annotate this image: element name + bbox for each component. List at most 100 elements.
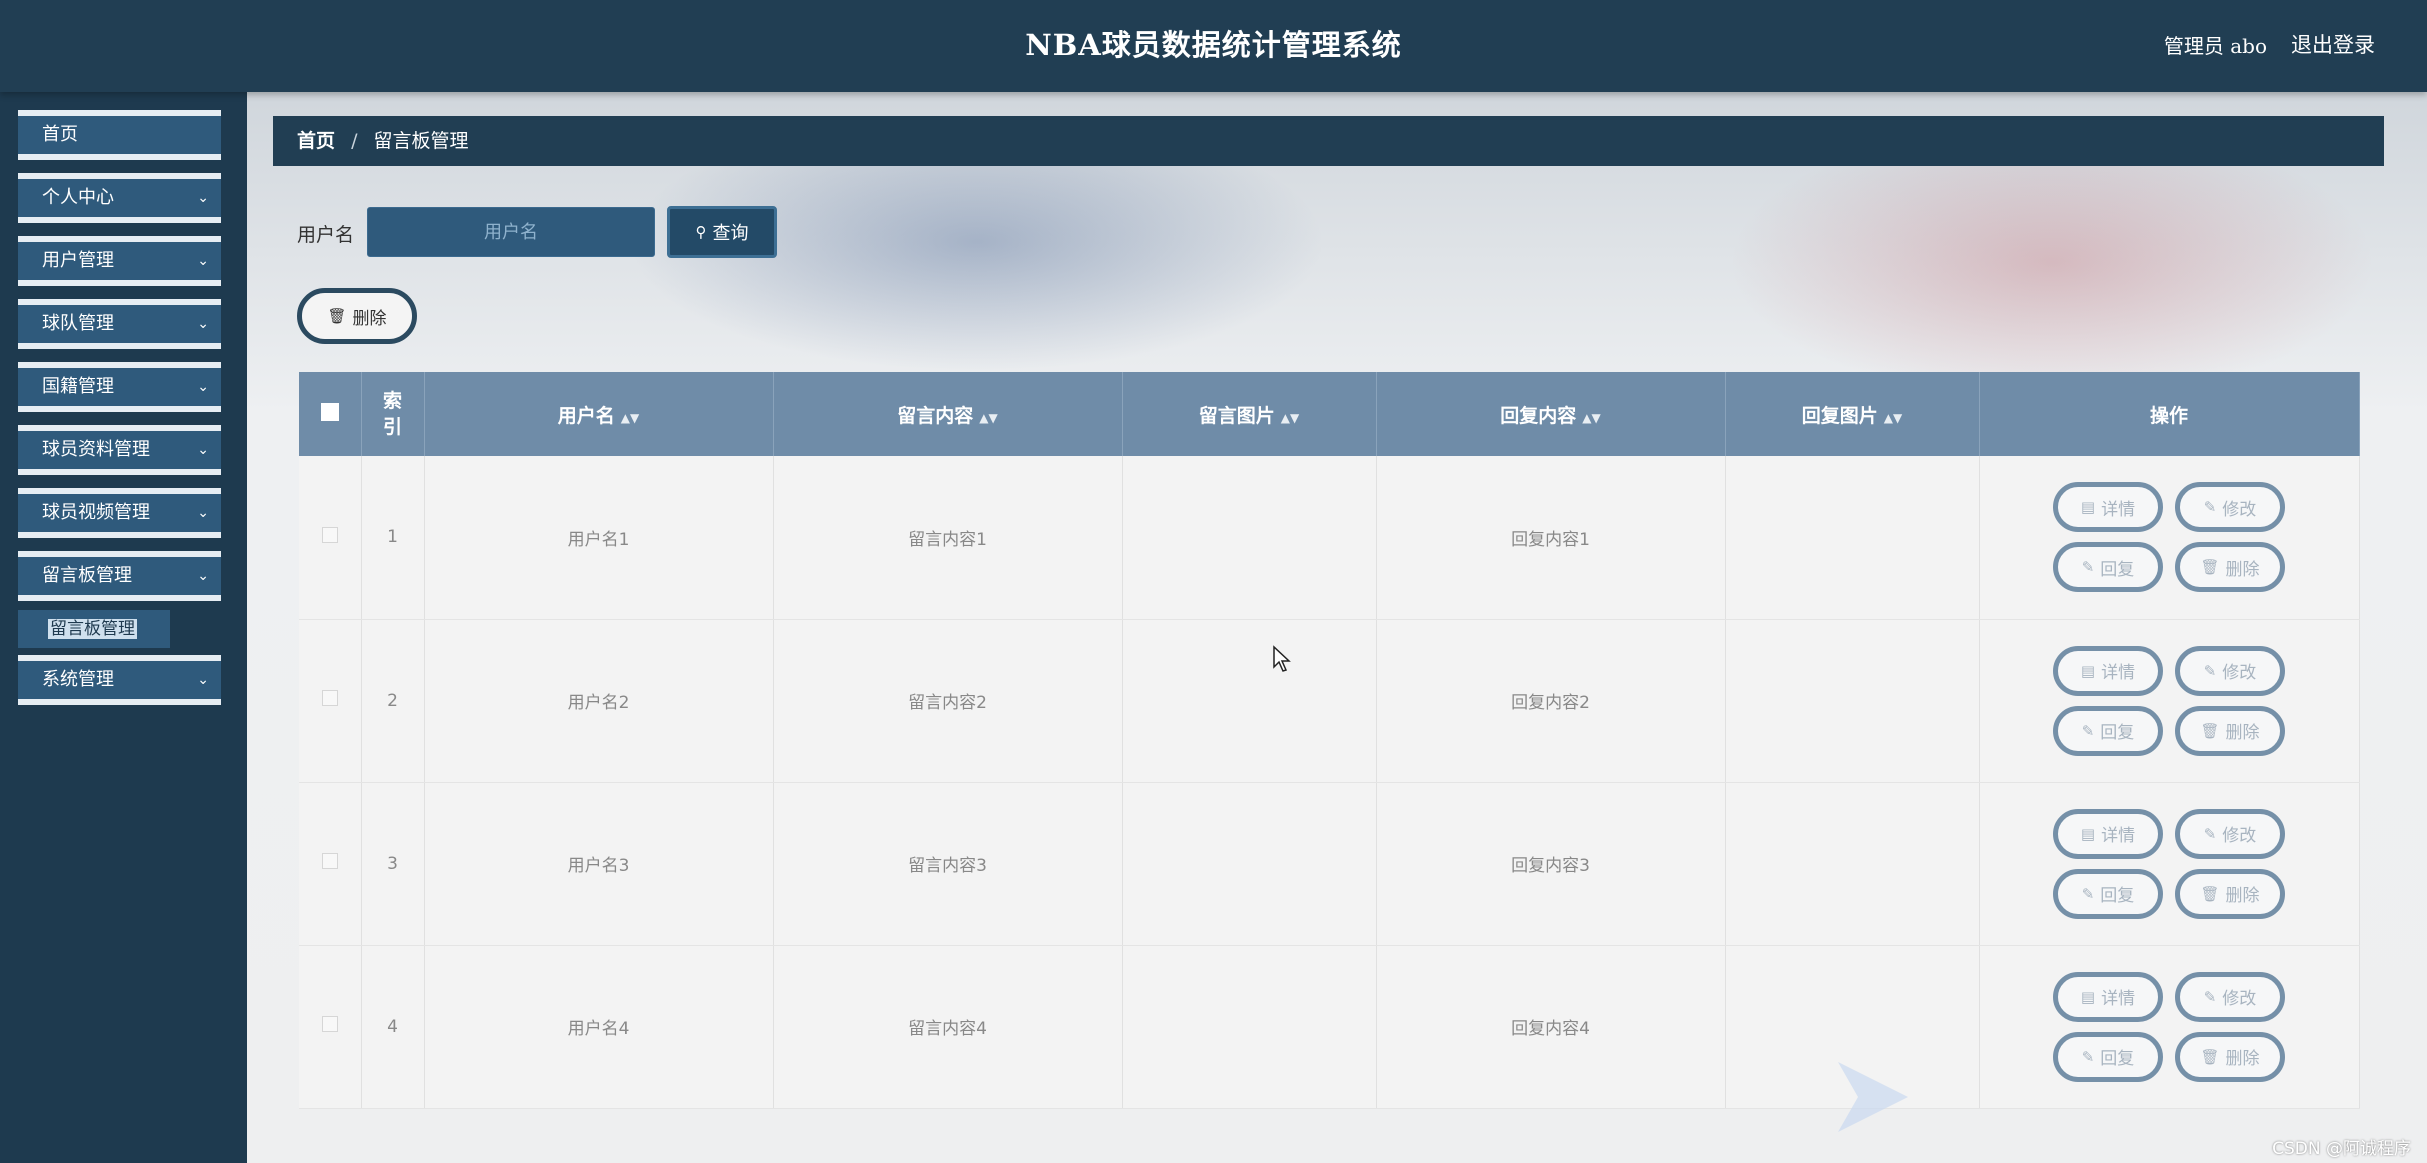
trash-icon: 🗑 [2200, 721, 2220, 740]
detail-button[interactable]: ▤ 详情 [2053, 482, 2163, 533]
edit-button[interactable]: ✎ 修改 [2175, 645, 2285, 696]
row-checkbox[interactable] [321, 853, 338, 869]
column-header-message[interactable]: 留言内容 ▲▼ [773, 372, 1123, 456]
username-search-input[interactable] [367, 207, 655, 257]
delete-button[interactable]: 🗑 删除 [2175, 868, 2285, 919]
row-select-cell[interactable] [299, 619, 362, 783]
select-all-cell[interactable] [299, 372, 362, 456]
select-all-checkbox[interactable] [320, 402, 339, 421]
sidebar-item-home[interactable]: 首页 [18, 110, 221, 160]
table-row[interactable]: 3 用户名3 留言内容3 回复内容3 ▤ 详情 ✎ 修改 ✎ 回复 🗑 删除 [299, 782, 2360, 946]
submenu-item-message-board[interactable]: 留言板管理 [18, 610, 170, 648]
chevron-down-icon: ⌄ [197, 253, 209, 269]
search-button-label: 查询 [712, 223, 749, 244]
table-row[interactable]: 4 用户名4 留言内容4 回复内容4 ▤ 详情 ✎ 修改 ✎ 回复 🗑 删除 [299, 945, 2360, 1109]
logout-link[interactable]: 退出登录 [2291, 29, 2375, 59]
edit-button[interactable]: ✎ 修改 [2175, 971, 2285, 1022]
table-row[interactable]: 2 用户名2 留言内容2 回复内容2 ▤ 详情 ✎ 修改 ✎ 回复 🗑 删除 [299, 619, 2360, 783]
delete-button[interactable]: 🗑 删除 [2175, 542, 2285, 593]
edit-button[interactable]: ✎ 修改 [2175, 808, 2285, 859]
edit-button-label: 修改 [2222, 499, 2257, 520]
actions-cell: ▤ 详情 ✎ 修改 ✎ 回复 🗑 删除 [1979, 456, 2360, 620]
sidebar-item-user-management[interactable]: 用户管理 ⌄ [18, 236, 221, 286]
reply-button[interactable]: ✎ 回复 [2053, 1031, 2163, 1082]
edit-button[interactable]: ✎ 修改 [2175, 482, 2285, 533]
index-cell: 4 [361, 945, 425, 1109]
sidebar-item-nationality-management[interactable]: 国籍管理 ⌄ [18, 362, 221, 412]
sidebar-item-personal-center[interactable]: 个人中心 ⌄ [18, 173, 221, 223]
actions-cell: ▤ 详情 ✎ 修改 ✎ 回复 🗑 删除 [1979, 945, 2360, 1109]
detail-button-label: 详情 [2101, 989, 2136, 1009]
message-image-cell [1122, 782, 1377, 946]
reply-cell: 回复内容3 [1376, 782, 1726, 946]
edit-icon: ✎ [2203, 987, 2217, 1006]
sort-icon[interactable]: ▲▼ [979, 411, 997, 425]
sort-icon[interactable]: ▲▼ [1281, 411, 1299, 425]
sidebar-item-player-video-management[interactable]: 球员视频管理 ⌄ [18, 488, 221, 538]
sidebar-item-message-board-management[interactable]: 留言板管理 ⌄ [18, 551, 221, 601]
current-user: 管理员 abo [2163, 34, 2267, 58]
breadcrumb-home[interactable]: 首页 [297, 130, 335, 152]
edit-button-label: 修改 [2222, 663, 2257, 683]
row-select-cell[interactable] [299, 945, 362, 1109]
sidebar: 首页 个人中心 ⌄ 用户管理 ⌄ 球队管理 ⌄ 国籍管理 ⌄ 球员资料管理 ⌄ … [0, 92, 247, 1163]
delete-button[interactable]: 🗑 删除 [2175, 705, 2285, 756]
detail-button[interactable]: ▤ 详情 [2053, 808, 2163, 859]
submenu-item-label: 留言板管理 [48, 619, 137, 639]
edit-button-label: 修改 [2222, 989, 2257, 1009]
table-header-row: 索引 用户名 ▲▼ 留言内容 ▲▼ 留言图片 ▲▼ 回复内容 ▲▼ 回复图片 ▲▼ 操作 [299, 372, 2360, 456]
column-header-username[interactable]: 用户名 ▲▼ [424, 372, 774, 456]
detail-button-label: 详情 [2101, 499, 2136, 520]
row-checkbox[interactable] [321, 526, 338, 543]
sort-icon[interactable]: ▲▼ [621, 411, 639, 425]
edit-icon: ✎ [2203, 824, 2217, 843]
batch-delete-button[interactable]: 🗑 删除 [297, 288, 417, 344]
reply-button-label: 回复 [2100, 1049, 2135, 1069]
column-header-reply-image[interactable]: 回复图片 ▲▼ [1725, 372, 1980, 456]
username-cell: 用户名1 [424, 456, 774, 620]
column-header-label: 回复内容 [1500, 404, 1577, 427]
index-cell: 2 [361, 619, 425, 783]
detail-button[interactable]: ▤ 详情 [2053, 645, 2163, 696]
row-select-cell[interactable] [299, 456, 362, 620]
row-checkbox[interactable] [321, 1016, 338, 1032]
main-content: 首页 / 留言板管理 用户名 ⚲ 查询 🗑 删除 索引 用户名 ▲▼ 留言内容 [247, 92, 2427, 1163]
detail-button-label: 详情 [2101, 663, 2136, 683]
delete-button-label: 删除 [2225, 1049, 2260, 1069]
row-select-cell[interactable] [299, 782, 362, 946]
sort-icon[interactable]: ▲▼ [1884, 411, 1902, 425]
column-header-message-image[interactable]: 留言图片 ▲▼ [1122, 372, 1377, 456]
row-actions: ▤ 详情 ✎ 修改 ✎ 回复 🗑 删除 [1980, 482, 2359, 593]
pencil-icon: ✎ [2081, 721, 2095, 740]
trash-icon: 🗑 [2200, 558, 2220, 577]
column-header-reply[interactable]: 回复内容 ▲▼ [1376, 372, 1726, 456]
delete-button[interactable]: 🗑 删除 [2175, 1031, 2285, 1082]
chevron-down-icon: ⌄ [197, 672, 209, 688]
sidebar-item-player-profile-management[interactable]: 球员资料管理 ⌄ [18, 425, 221, 475]
edit-button-label: 修改 [2222, 826, 2257, 846]
document-icon: ▤ [2080, 987, 2096, 1006]
chevron-down-icon: ⌄ [197, 190, 209, 206]
column-header-index: 索引 [361, 372, 425, 456]
sort-icon[interactable]: ▲▼ [1582, 411, 1600, 425]
search-button[interactable]: ⚲ 查询 [667, 206, 777, 258]
row-checkbox[interactable] [321, 690, 338, 706]
reply-image-cell [1725, 619, 1980, 783]
sidebar-item-system-management[interactable]: 系统管理 ⌄ [18, 655, 221, 705]
reply-button[interactable]: ✎ 回复 [2053, 868, 2163, 919]
username-cell: 用户名3 [424, 782, 774, 946]
reply-button[interactable]: ✎ 回复 [2053, 542, 2163, 593]
delete-button-label: 删除 [2225, 723, 2260, 743]
sidebar-item-label: 个人中心 [42, 187, 114, 208]
message-table: 索引 用户名 ▲▼ 留言内容 ▲▼ 留言图片 ▲▼ 回复内容 ▲▼ 回复图片 ▲▼ 操作 … [299, 372, 2360, 1109]
trash-icon: 🗑 [2200, 884, 2220, 903]
message-image-cell [1122, 456, 1377, 620]
sidebar-item-label: 系统管理 [42, 669, 114, 690]
table-row[interactable]: 1 用户名1 留言内容1 回复内容1 ▤ 详情 ✎ 修改 ✎ 回复 🗑 删除 [299, 456, 2360, 620]
actions-cell: ▤ 详情 ✎ 修改 ✎ 回复 🗑 删除 [1979, 782, 2360, 946]
sidebar-item-label: 国籍管理 [42, 376, 114, 397]
reply-button[interactable]: ✎ 回复 [2053, 705, 2163, 756]
detail-button[interactable]: ▤ 详情 [2053, 971, 2163, 1022]
column-header-label: 回复图片 [1801, 404, 1878, 427]
sidebar-item-team-management[interactable]: 球队管理 ⌄ [18, 299, 221, 349]
